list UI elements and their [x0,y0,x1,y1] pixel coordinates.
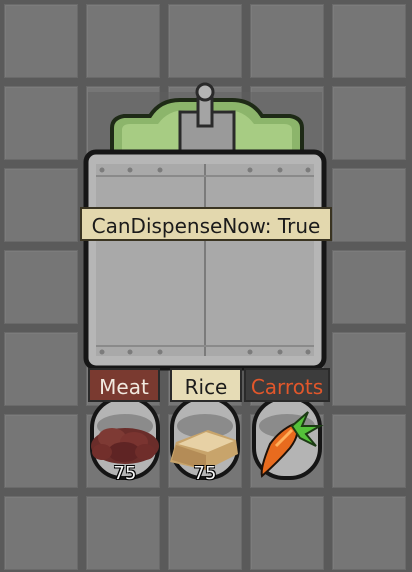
ingredient-label-meat[interactable]: Meat [88,368,160,402]
ingredient-label-carrots[interactable]: Carrots [244,368,330,402]
meat-icon [91,428,159,464]
nutrient-dispenser[interactable] [0,0,412,572]
hopper-carrots[interactable] [252,396,324,480]
meat-count: 75 [113,463,137,484]
spout-knob [195,82,215,102]
rice-count: 75 [193,463,217,484]
dispenser-status-label: CanDispenseNow: True [80,207,332,241]
ingredient-label-rice[interactable]: Rice [170,368,242,402]
